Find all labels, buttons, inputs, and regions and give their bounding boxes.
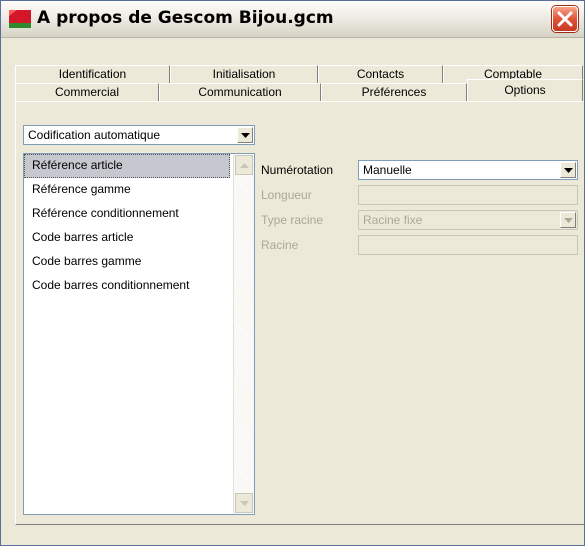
scroll-down-button[interactable] bbox=[235, 493, 253, 513]
list-item[interactable]: Référence article bbox=[24, 154, 230, 178]
tab-contacts[interactable]: Contacts bbox=[318, 65, 443, 83]
tab-initialisation[interactable]: Initialisation bbox=[170, 65, 318, 83]
close-button[interactable] bbox=[552, 6, 578, 32]
codes-list: Référence article Référence gamme Référe… bbox=[24, 154, 230, 298]
tab-communication[interactable]: Communication bbox=[159, 83, 321, 101]
numerotation-value: Manuelle bbox=[363, 163, 412, 177]
type-racine-value: Racine fixe bbox=[363, 213, 423, 227]
racine-field[interactable] bbox=[358, 235, 578, 255]
scroll-up-button[interactable] bbox=[235, 155, 253, 175]
category-combo-value: Codification automatique bbox=[28, 128, 161, 142]
category-combo[interactable]: Codification automatique bbox=[23, 125, 255, 145]
tab-preferences[interactable]: Préférences bbox=[321, 83, 467, 101]
tab-commercial[interactable]: Commercial bbox=[15, 83, 159, 101]
tab-identification[interactable]: Identification bbox=[15, 65, 170, 83]
longueur-field[interactable] bbox=[358, 185, 578, 205]
category-combo-button[interactable] bbox=[237, 127, 253, 143]
chevron-down-icon bbox=[241, 133, 250, 138]
type-racine-combo[interactable]: Racine fixe bbox=[358, 210, 578, 230]
longueur-label: Longueur bbox=[261, 188, 312, 202]
chevron-down-icon bbox=[564, 218, 573, 223]
scroll-down-icon bbox=[240, 501, 249, 506]
app-icon bbox=[9, 10, 31, 28]
list-item[interactable]: Code barres article bbox=[24, 226, 230, 250]
type-racine-label: Type racine bbox=[261, 213, 324, 227]
title-bar[interactable]: A propos de Gescom Bijou.gcm bbox=[1, 1, 584, 38]
scroll-up-icon bbox=[240, 163, 249, 168]
about-dialog: A propos de Gescom Bijou.gcm Identificat… bbox=[0, 0, 585, 546]
numerotation-combo[interactable]: Manuelle bbox=[358, 160, 578, 180]
racine-label: Racine bbox=[261, 238, 299, 252]
codes-listbox[interactable]: Référence article Référence gamme Référe… bbox=[23, 153, 255, 515]
tab-options[interactable]: Options bbox=[467, 79, 583, 101]
chevron-down-icon bbox=[564, 168, 573, 173]
list-item[interactable]: Code barres gamme bbox=[24, 250, 230, 274]
list-item[interactable]: Référence gamme bbox=[24, 178, 230, 202]
list-item[interactable]: Référence conditionnement bbox=[24, 202, 230, 226]
tab-row-bottom: Commercial Communication Préférences Opt… bbox=[15, 79, 583, 101]
numerotation-combo-button[interactable] bbox=[560, 162, 576, 178]
list-item[interactable]: Code barres conditionnement bbox=[24, 274, 230, 298]
window-title: A propos de Gescom Bijou.gcm bbox=[37, 8, 334, 28]
type-racine-combo-button[interactable] bbox=[560, 212, 576, 228]
numerotation-label: Numérotation bbox=[261, 163, 334, 177]
close-icon bbox=[557, 11, 573, 27]
list-scrollbar[interactable] bbox=[233, 154, 254, 514]
